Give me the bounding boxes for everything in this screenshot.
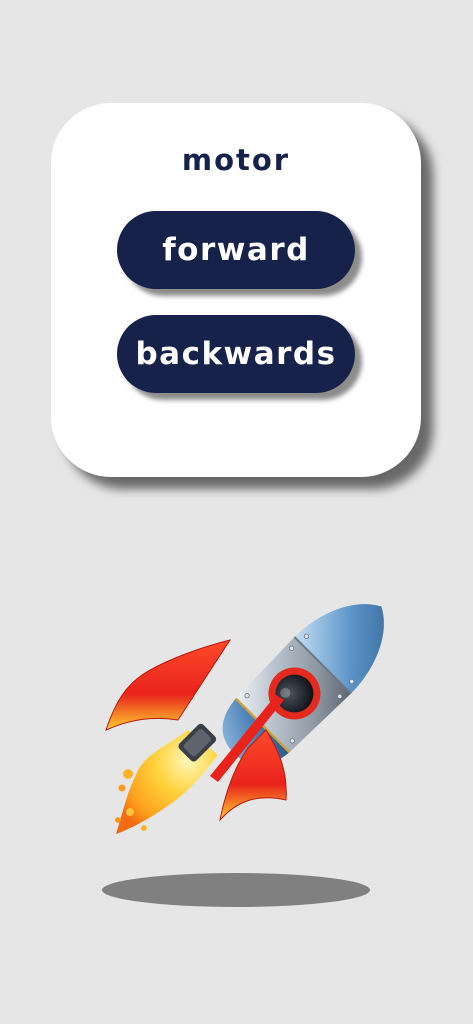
card-title: motor [181, 143, 291, 177]
forward-button[interactable]: forward [117, 211, 355, 289]
backwards-button[interactable]: backwards [117, 315, 355, 393]
motor-control-card: motor forward backwards [51, 103, 421, 477]
rocket-shadow [102, 873, 370, 907]
rocket-icon [98, 550, 410, 850]
